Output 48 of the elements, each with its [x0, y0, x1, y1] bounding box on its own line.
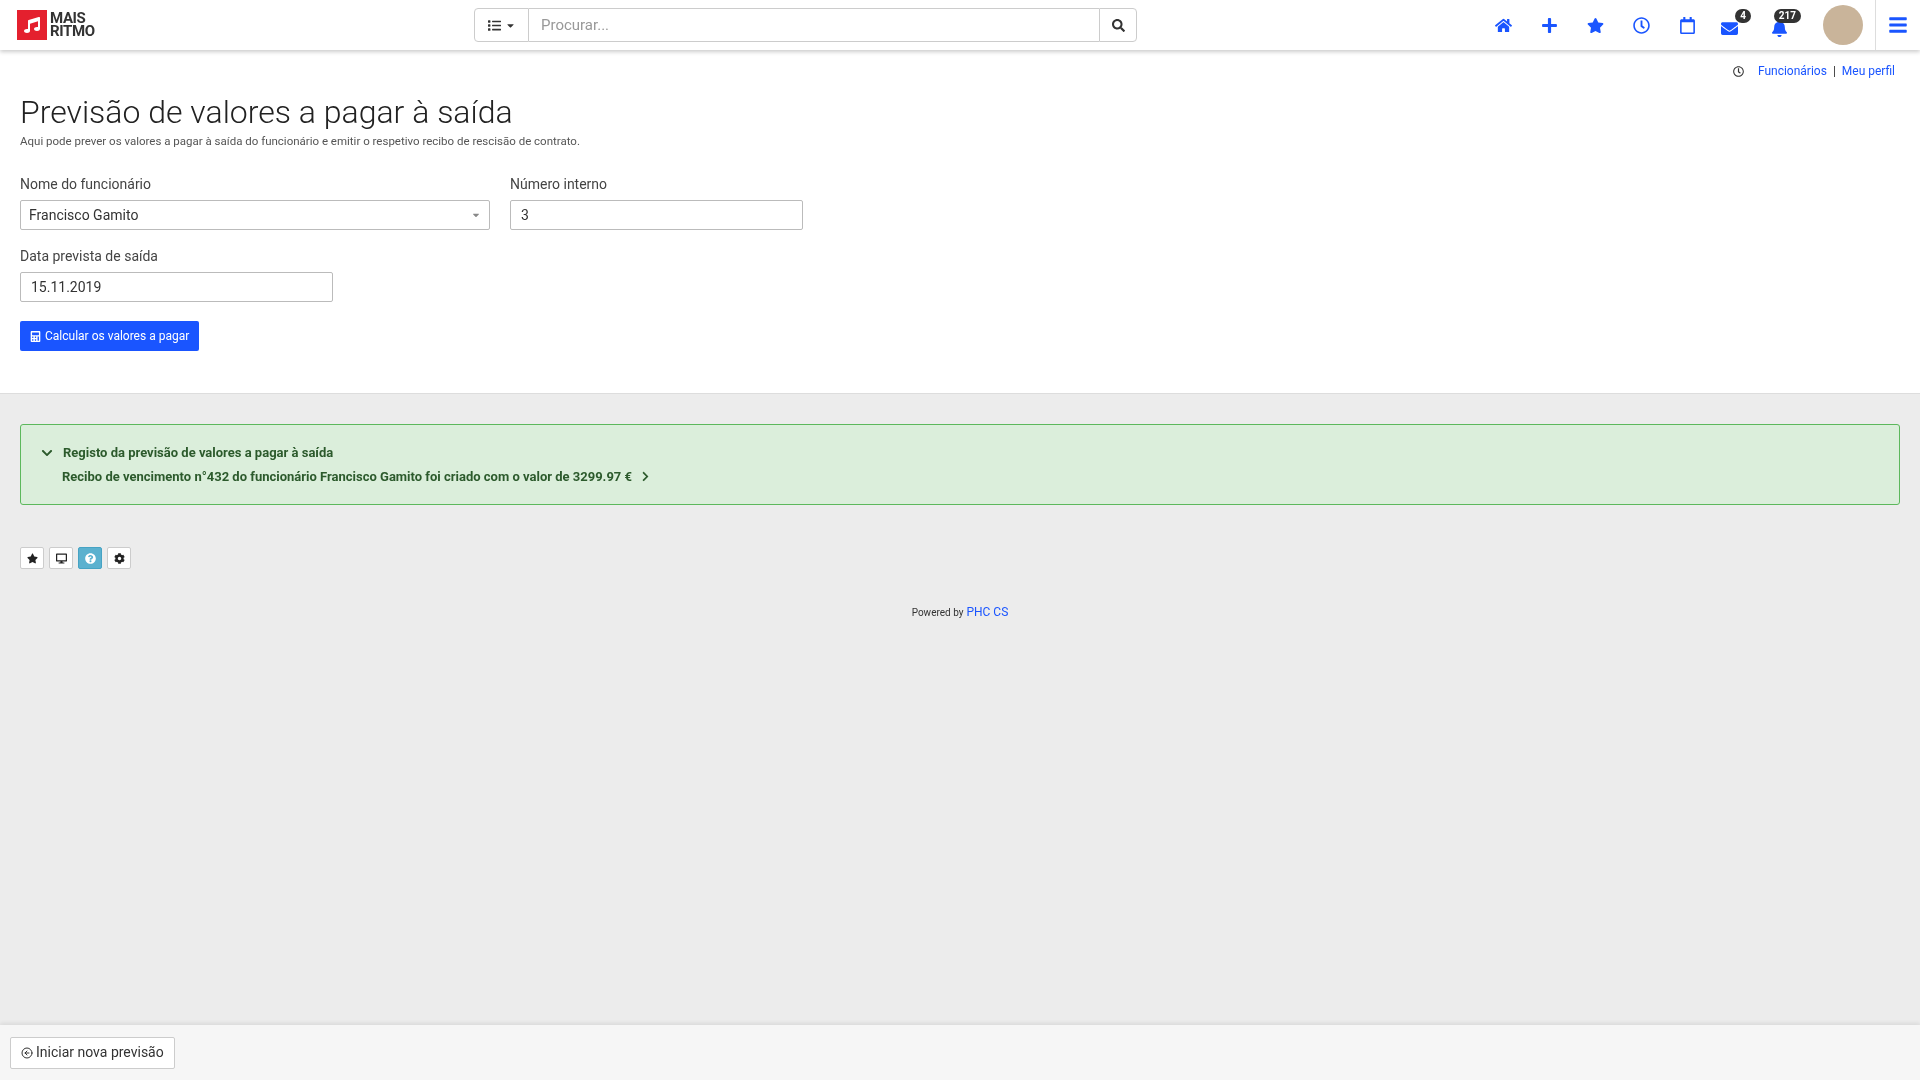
- logo-icon: [17, 10, 47, 40]
- home-icon: [1494, 16, 1512, 34]
- envelope-icon: [1721, 20, 1738, 37]
- list-menu-button[interactable]: [474, 8, 529, 42]
- breadcrumb-link[interactable]: Funcionários: [1757, 62, 1827, 80]
- count-badge: 4: [1735, 9, 1751, 23]
- field-label: Nome do funcionário: [20, 175, 152, 195]
- plus-icon: [1540, 16, 1558, 34]
- chevron-right-icon[interactable]: [640, 471, 651, 482]
- help-button[interactable]: [78, 547, 102, 570]
- list-icon: [487, 18, 501, 32]
- monitor-button[interactable]: [49, 547, 73, 570]
- field-label: Número interno: [510, 175, 609, 195]
- history-icon: [1732, 65, 1744, 77]
- star-icon: [26, 552, 38, 564]
- envelope-button[interactable]: 4: [1719, 9, 1751, 41]
- page-subtitle: Aqui pode prever os valores a pagar à saída do funcionário e emitir o respetivo recibo de rescisão de contrato.: [20, 133, 581, 150]
- clock-icon: [1632, 16, 1650, 34]
- monitor-icon: [55, 552, 67, 564]
- calculator-icon: [30, 330, 41, 342]
- chevron-down-icon[interactable]: [41, 447, 53, 459]
- settings-icon: [113, 552, 125, 564]
- star-button[interactable]: [20, 547, 44, 570]
- date-field[interactable]: 15.11.2019: [20, 272, 333, 303]
- menu-button[interactable]: [1888, 15, 1908, 35]
- alert-title: Registo da previsão de valores a pagar à saída: [63, 444, 334, 463]
- calendar-icon: [1678, 16, 1696, 34]
- breadcrumb-separator: |: [1832, 63, 1836, 80]
- new-forecast-button[interactable]: Iniciar nova previsão: [10, 1036, 175, 1069]
- employee-select[interactable]: Francisco Gamito: [20, 200, 490, 231]
- breadcrumb-link[interactable]: Meu perfil: [1841, 62, 1895, 80]
- search-button[interactable]: [1099, 8, 1137, 42]
- settings-button[interactable]: [107, 547, 131, 570]
- bell-icon: [1771, 20, 1788, 37]
- bell-button[interactable]: 217: [1769, 9, 1801, 41]
- search-field[interactable]: Procurar...: [529, 8, 1099, 42]
- page-title: Previsão de valores a pagar à saída: [20, 92, 514, 132]
- help-icon: [84, 552, 96, 564]
- search-icon: [1111, 18, 1125, 32]
- powered-by-text: Powered by: [911, 606, 964, 621]
- calculate-button[interactable]: Calcular os valores a pagar: [20, 321, 200, 352]
- count-badge: 217: [1773, 9, 1801, 23]
- alert-message: Recibo de vencimento n°432 do funcionário Francisco Gamito foi criado com o valor de 3299.97 €: [62, 467, 632, 486]
- phc-link[interactable]: PHC CS: [966, 603, 1009, 622]
- logo-text: MAIS RITMO: [50, 12, 95, 38]
- star-icon: [1586, 16, 1604, 34]
- field-label: Data prevista de saída: [20, 247, 159, 267]
- input-field[interactable]: 3: [510, 200, 803, 231]
